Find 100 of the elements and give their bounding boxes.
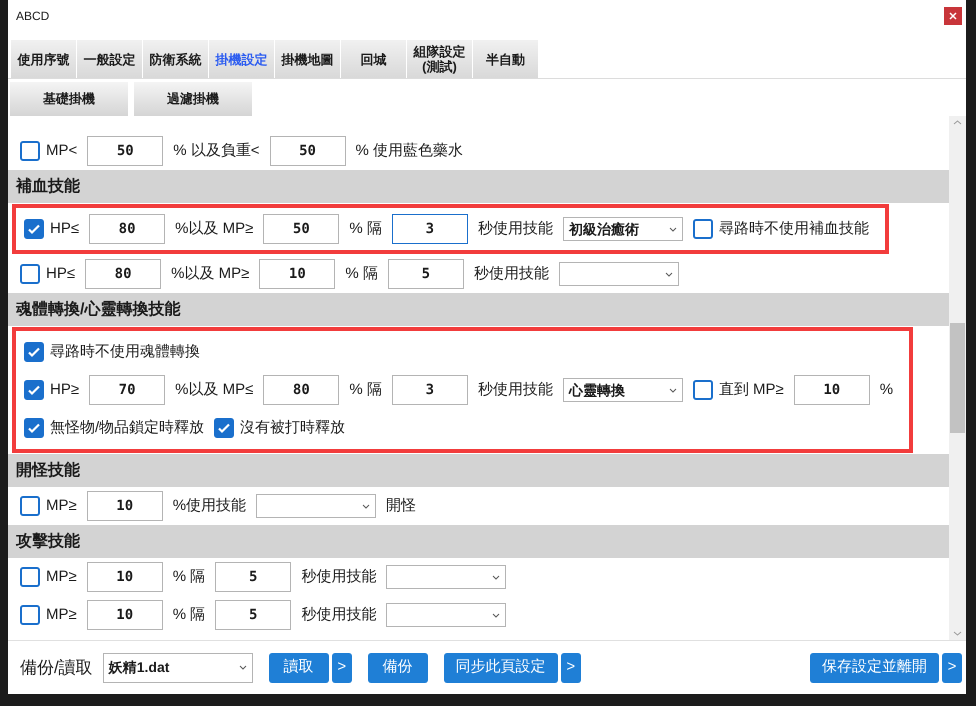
row-text: %以及 MP≤ — [175, 380, 254, 400]
action-button[interactable]: 讀取 — [268, 652, 329, 682]
footer-label: 備份/讀取 — [20, 656, 93, 679]
row-text: %使用技能 — [172, 496, 246, 516]
row-text: % 使用藍色藥水 — [356, 140, 464, 161]
number-field[interactable]: 5 — [215, 600, 292, 630]
checkbox[interactable] — [20, 567, 40, 587]
checkmark-icon — [27, 421, 41, 435]
checkbox[interactable] — [24, 418, 44, 438]
checkbox-label: MP≥ — [46, 566, 77, 587]
tab[interactable]: 掛機設定 — [209, 40, 275, 78]
checkmark-icon — [27, 345, 41, 359]
row-text: 秒使用技能 — [301, 566, 376, 587]
row-text: %以及 MP≥ — [175, 218, 254, 239]
checkbox[interactable] — [692, 219, 713, 239]
chevron-down-icon — [953, 631, 962, 636]
checkbox-label: 尋路時不使用魂體轉換 — [50, 342, 200, 362]
close-icon — [949, 12, 957, 20]
checkbox[interactable] — [20, 264, 40, 284]
section-header: 開怪技能 — [8, 454, 949, 487]
section-header: 攻擊技能 — [8, 525, 949, 558]
row-text: % 以及負重< — [173, 140, 260, 161]
chevron-down-icon — [668, 226, 677, 232]
action-button[interactable]: 保存設定並離開 — [810, 652, 939, 682]
row-text: 秒使用技能 — [301, 604, 376, 625]
tab[interactable]: 使用序號 — [11, 40, 77, 78]
checkbox-label: MP< — [46, 140, 78, 161]
number-field[interactable]: 3 — [392, 375, 468, 405]
checkbox[interactable] — [24, 219, 44, 239]
checkbox[interactable] — [20, 496, 40, 516]
row-text: % 隔 — [345, 264, 378, 284]
row-text: % — [880, 380, 894, 400]
row-text: 秒使用技能 — [478, 380, 553, 400]
row-text: 秒使用技能 — [474, 264, 549, 284]
section-header: 魂體轉換/心靈轉換技能 — [8, 293, 949, 326]
number-field[interactable]: 50 — [87, 136, 164, 166]
number-field[interactable]: 5 — [215, 562, 292, 592]
chevron-down-icon — [664, 272, 673, 276]
row-text: 秒使用技能 — [478, 218, 553, 239]
action-button[interactable]: 同步此頁設定 — [444, 652, 558, 682]
checkbox-label: MP≥ — [46, 496, 77, 516]
tab[interactable]: 半自動 — [473, 40, 539, 78]
tab[interactable]: 防衛系統 — [143, 40, 209, 78]
checkbox[interactable] — [20, 605, 40, 625]
row-text: % 隔 — [349, 380, 382, 400]
more-button[interactable]: > — [942, 652, 962, 682]
checkbox-label: HP≥ — [50, 380, 80, 400]
tab[interactable]: 一般設定 — [77, 40, 143, 78]
number-field[interactable]: 80 — [89, 214, 166, 244]
number-field[interactable]: 10 — [86, 600, 163, 630]
section-header: 補血技能 — [8, 170, 949, 203]
window-title: ABCD — [16, 8, 50, 25]
checkbox[interactable] — [692, 380, 713, 400]
checkbox-label: HP≤ — [50, 218, 80, 239]
more-button[interactable]: > — [332, 652, 352, 682]
number-field[interactable]: 80 — [85, 259, 162, 289]
number-field[interactable]: 10 — [86, 491, 163, 521]
chevron-down-icon — [492, 612, 500, 618]
tab[interactable]: 回城 — [341, 40, 407, 78]
subtab-button[interactable]: 過濾掛機 — [134, 82, 252, 116]
action-button[interactable]: 備份 — [368, 652, 428, 682]
row-text: % 隔 — [172, 604, 206, 625]
number-field[interactable]: 50 — [263, 214, 340, 244]
number-field[interactable]: 3 — [392, 214, 468, 244]
number-field[interactable]: 50 — [270, 136, 346, 166]
row-text: % 隔 — [172, 566, 206, 587]
checkbox-label: 尋路時不使用補血技能 — [718, 218, 869, 239]
chevron-down-icon — [238, 665, 247, 670]
checkbox-label: HP≤ — [46, 264, 76, 284]
chevron-down-icon — [668, 388, 677, 392]
number-field[interactable]: 5 — [388, 259, 464, 289]
scrollbar-thumb[interactable] — [950, 323, 965, 433]
number-field[interactable]: 10 — [259, 259, 336, 289]
chevron-down-icon — [492, 574, 500, 580]
subtab-button[interactable]: 基礎掛機 — [10, 82, 128, 116]
number-field[interactable]: 80 — [263, 375, 340, 405]
checkbox-label: 沒有被打時釋放 — [240, 418, 346, 438]
scrollbar[interactable] — [949, 116, 966, 640]
file-dropdown[interactable]: 妖精1.dat — [102, 652, 253, 682]
close-button[interactable] — [944, 7, 962, 25]
checkbox[interactable] — [24, 380, 44, 400]
checkbox[interactable] — [24, 342, 44, 362]
checkbox-label: 直到 MP≥ — [718, 380, 784, 400]
checkbox[interactable] — [20, 141, 40, 161]
row-text: 開怪 — [386, 496, 416, 516]
number-field[interactable]: 10 — [794, 375, 870, 405]
checkbox-label: 無怪物/物品鎖定時釋放 — [50, 418, 204, 438]
row-text: % 隔 — [349, 218, 382, 239]
tab[interactable]: 組隊設定 (測試) — [407, 40, 473, 78]
number-field[interactable]: 10 — [86, 562, 163, 592]
skill-dropdown[interactable]: 心靈轉換 — [562, 378, 683, 402]
row-text: %以及 MP≥ — [171, 264, 250, 284]
skill-dropdown[interactable]: 初級治癒術 — [562, 217, 683, 241]
number-field[interactable]: 70 — [89, 375, 166, 405]
chevron-down-icon — [362, 504, 370, 508]
more-button[interactable]: > — [560, 652, 581, 682]
tab[interactable]: 掛機地圖 — [275, 40, 341, 78]
checkbox-label: MP≥ — [46, 604, 77, 625]
checkbox[interactable] — [214, 418, 234, 438]
checkmark-icon — [27, 222, 41, 236]
